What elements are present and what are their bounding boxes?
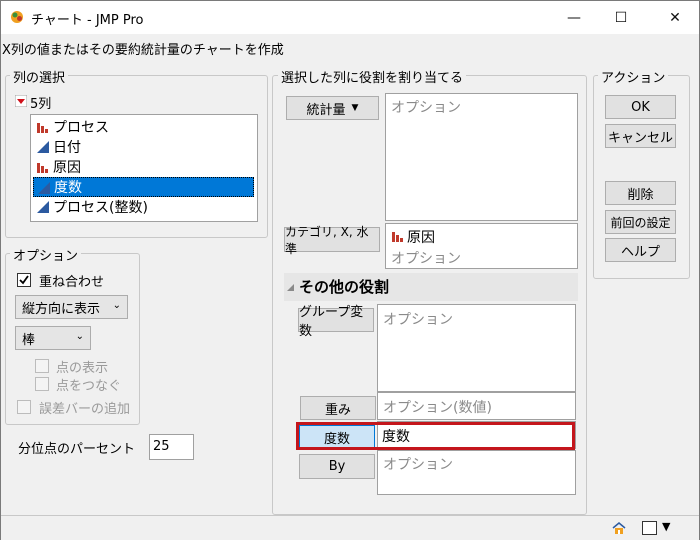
by-role-box[interactable]: オプション [377,450,576,495]
window-title: チャート - JMP Pro [31,13,144,28]
actions-label: アクション [598,67,669,86]
help-button[interactable]: ヘルプ [605,238,676,262]
close-button[interactable]: ✕ [652,1,698,34]
nominal-bar-icon [392,232,403,242]
nominal-bar-icon [37,123,48,133]
status-bar: ▼ [1,515,699,540]
connect-points-label: 点をつなぐ [56,379,122,394]
dropdown-arrow-icon[interactable]: ▼ [662,520,670,533]
disclosure-triangle-icon [287,284,294,291]
group-variable-role-box[interactable]: オプション [377,304,576,392]
overlay-label: 重ね合わせ [39,275,105,290]
recall-button[interactable]: 前回の設定 [605,210,676,234]
statistics-button[interactable]: 統計量 ▼ [286,96,379,120]
cancel-button[interactable]: キャンセル [605,124,676,148]
weight-role-box[interactable]: オプション(数値) [377,392,576,420]
column-select-label: 列の選択 [10,67,69,86]
by-button[interactable]: By [299,454,375,479]
list-item-date[interactable]: 日付 [33,137,254,157]
disclosure-menu-icon[interactable] [15,95,27,107]
nominal-bar-icon [37,163,48,173]
continuous-triangle-icon [37,141,49,153]
roles-label: 選択した列に役割を割り当てる [278,67,467,86]
category-x-button[interactable]: カテゴリ, X, 水準 [284,225,380,256]
highlight-box [296,422,575,450]
chart-type-dropdown[interactable]: 棒 ⌄ [15,326,91,350]
category-placeholder: オプション [391,251,461,267]
ok-button[interactable]: OK [605,95,676,119]
error-bars-checkbox[interactable] [17,400,31,414]
title-bar: チャート - JMP Pro — ☐ ✕ [1,1,699,34]
connect-points-checkbox[interactable] [35,377,49,391]
quantile-label: 分位点のパーセント [18,442,136,457]
error-bars-label: 誤差バーの追加 [39,402,131,417]
options-label: オプション [10,245,82,264]
overlay-checkbox[interactable] [17,273,31,287]
show-points-label: 点の表示 [56,361,109,376]
list-item-cause[interactable]: 原因 [33,157,254,177]
jmp-app-icon [11,11,23,23]
checkmark-icon [19,275,29,285]
show-points-checkbox[interactable] [35,359,49,373]
window-icon[interactable] [642,521,657,535]
category-role-box[interactable]: 原因 オプション [385,223,578,269]
chevron-down-icon: ⌄ [75,331,84,342]
group-variable-button[interactable]: グループ変数 [298,305,374,339]
other-roles-header[interactable]: その他の役割 [284,273,578,301]
list-item-process-int[interactable]: プロセス(整数) [33,197,254,217]
dialog-description: X列の値またはその要約統計量のチャートを作成 [2,43,284,58]
dropdown-arrow-icon: ▼ [351,103,359,113]
list-item-process[interactable]: プロセス [33,117,254,137]
chart-dialog-window: チャート - JMP Pro — ☐ ✕ X列の値またはその要約統計量のチャート… [0,0,700,540]
continuous-triangle-icon [38,182,50,194]
continuous-triangle-icon [37,201,49,213]
other-roles-label: その他の役割 [299,278,390,296]
list-item-frequency[interactable]: 度数 [33,177,254,197]
minimize-button[interactable]: — [551,1,597,34]
orientation-dropdown[interactable]: 縦方向に表示 ⌄ [15,295,128,319]
home-icon[interactable] [612,522,626,535]
column-listbox[interactable]: プロセス 日付 原因 度数 プロセス(整数) [30,114,258,222]
chevron-down-icon: ⌄ [112,300,121,311]
maximize-button[interactable]: ☐ [598,1,644,34]
column-count-label: 5列 [30,97,52,112]
remove-button[interactable]: 削除 [605,181,676,205]
quantile-input[interactable]: 25 [149,434,194,460]
category-value: 原因 [407,230,435,246]
weight-button[interactable]: 重み [300,396,376,420]
statistics-role-box[interactable]: オプション [385,93,578,221]
